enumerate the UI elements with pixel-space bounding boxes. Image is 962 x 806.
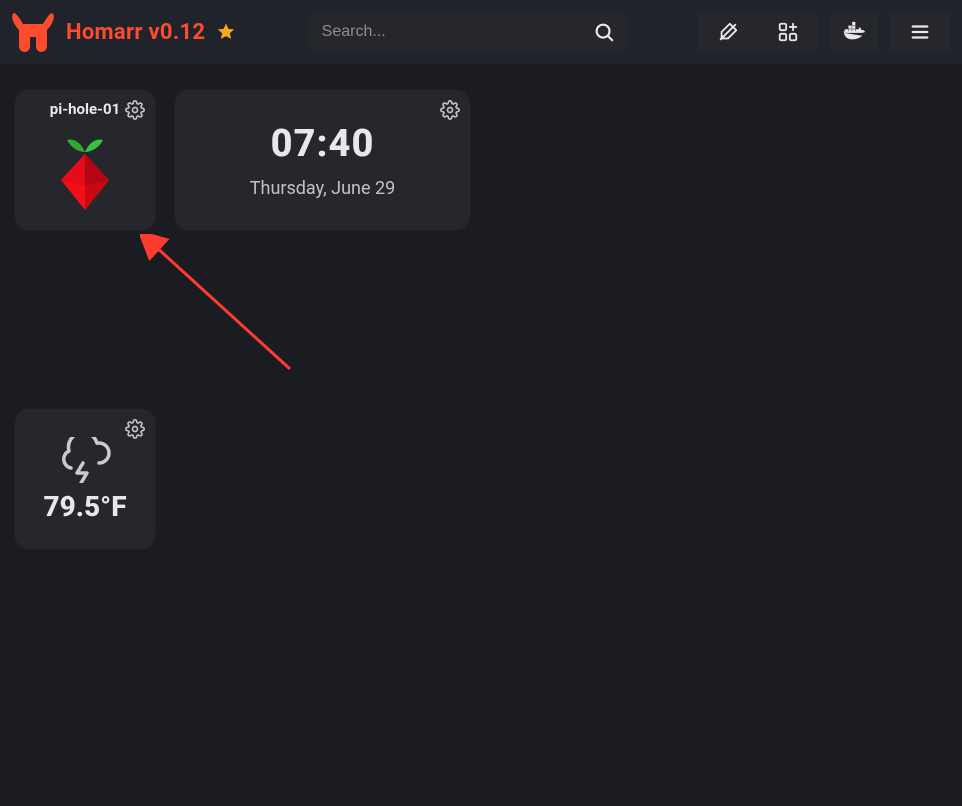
toolbar-group-docker — [830, 12, 878, 52]
search-button[interactable] — [592, 20, 616, 44]
docker-icon — [842, 21, 866, 43]
edit-lock-icon — [717, 21, 739, 43]
search-input[interactable] — [320, 22, 584, 42]
thunderstorm-icon — [55, 436, 115, 484]
clock-date: Thursday, June 29 — [250, 178, 395, 199]
toolbar-group-menu — [890, 12, 950, 52]
tile-clock[interactable]: 07:40 Thursday, June 29 — [175, 90, 470, 230]
hamburger-icon — [909, 21, 931, 43]
grid-plus-icon — [777, 21, 799, 43]
dashboard: pi-hole-01 07:40 Thurs — [0, 64, 962, 806]
tile-settings-button[interactable] — [438, 98, 462, 122]
docker-button[interactable] — [830, 12, 878, 52]
search-box — [308, 12, 628, 52]
tile-label: pi-hole-01 — [50, 100, 120, 118]
star-icon[interactable] — [215, 21, 237, 43]
weather-temperature: 79.5°F — [43, 490, 126, 523]
header-tools — [698, 12, 950, 52]
tile-pihole[interactable]: pi-hole-01 — [15, 90, 155, 230]
tile-settings-button[interactable] — [123, 417, 147, 441]
app-header: Homarr v0.12 — [0, 0, 962, 64]
toolbar-group-edit — [698, 12, 818, 52]
pihole-logo-icon — [51, 126, 119, 220]
clock-time: 07:40 — [271, 122, 375, 166]
add-widget-button[interactable] — [758, 12, 818, 52]
gear-icon — [440, 100, 460, 120]
edit-lock-button[interactable] — [698, 12, 758, 52]
tile-weather[interactable]: 79.5°F — [15, 409, 155, 549]
gear-icon — [125, 419, 145, 439]
annotation-arrow — [140, 234, 310, 384]
brand: Homarr v0.12 — [10, 12, 237, 52]
gear-icon — [125, 100, 145, 120]
tile-settings-button[interactable] — [123, 98, 147, 122]
search-icon — [593, 21, 615, 43]
header-center — [251, 12, 684, 52]
homarr-logo-icon — [10, 12, 56, 52]
menu-button[interactable] — [890, 12, 950, 52]
app-title: Homarr v0.12 — [66, 20, 205, 45]
